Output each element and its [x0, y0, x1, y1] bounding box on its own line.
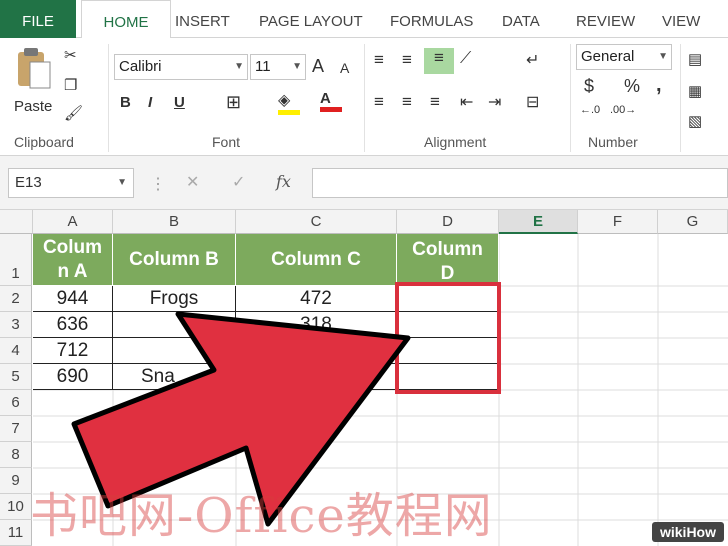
enter-icon[interactable]: ✓ [232, 172, 245, 192]
align-bottom-icon[interactable]: ≡ [424, 48, 454, 74]
tab-view[interactable]: VIEW [662, 0, 700, 38]
align-right-icon[interactable]: ≡ [430, 92, 440, 112]
format-table-icon[interactable]: ▦ [688, 82, 702, 100]
cancel-icon[interactable]: ✕ [186, 172, 199, 192]
cell-styles-icon[interactable]: ▧ [688, 112, 702, 130]
cut-icon[interactable]: ✂ [64, 46, 77, 64]
bold-button[interactable]: B [120, 94, 131, 111]
comma-button[interactable]: , [656, 74, 662, 97]
paste-label: Paste [14, 98, 53, 115]
watermark-text: 书吧网-Office教程网 [30, 488, 493, 544]
fill-color-button[interactable]: ◈ [278, 90, 300, 115]
grow-font-button[interactable]: A [312, 56, 324, 77]
divider [108, 44, 109, 152]
format-painter-icon[interactable]: 🖌 [64, 104, 83, 122]
name-box[interactable]: E13 ▼ [8, 168, 134, 198]
tab-review[interactable]: REVIEW [576, 0, 635, 38]
fill-color-bar [278, 110, 300, 115]
chevron-down-icon: ▼ [658, 51, 668, 62]
font-size-select[interactable]: 11 ▼ [250, 54, 306, 80]
font-name-select[interactable]: Calibri ▼ [114, 54, 248, 80]
font-color-bar [320, 107, 342, 112]
divider [570, 44, 571, 152]
tab-data[interactable]: DATA [502, 0, 540, 38]
decrease-decimal-icon[interactable]: .00→ [610, 104, 636, 116]
align-middle-icon[interactable]: ≡ [402, 50, 412, 70]
tab-file[interactable]: FILE [0, 0, 76, 38]
italic-button[interactable]: I [148, 94, 152, 111]
font-group-label: Font [212, 134, 241, 150]
tab-page-layout[interactable]: PAGE LAYOUT [259, 0, 363, 38]
align-top-icon[interactable]: ≡ [374, 50, 384, 70]
align-center-icon[interactable]: ≡ [402, 92, 412, 112]
insert-function-button[interactable]: fx [276, 172, 291, 191]
wikihow-logo: wikiHow [652, 522, 724, 542]
percent-button[interactable]: % [624, 76, 640, 97]
alignment-group-label: Alignment [424, 134, 487, 150]
more-icon: ⋮ [150, 176, 166, 193]
tab-insert[interactable]: INSERT [175, 0, 230, 38]
borders-icon[interactable]: ⊞ [226, 92, 241, 113]
fill-bucket-icon: ◈ [278, 92, 291, 109]
increase-decimal-icon[interactable]: ←.0 [580, 104, 600, 116]
number-format-select[interactable]: General ▼ [576, 44, 672, 70]
currency-button[interactable]: $ [584, 76, 594, 97]
paste-icon [18, 48, 51, 89]
paste-button[interactable]: Paste [14, 46, 58, 124]
increase-indent-icon[interactable]: ⇥ [488, 92, 501, 112]
tab-formulas[interactable]: FORMULAS [390, 0, 473, 38]
wrap-text-icon[interactable]: ↵ [526, 50, 539, 70]
clipboard-group-label: Clipboard [14, 134, 74, 150]
divider [364, 44, 365, 152]
ribbon: Paste ✂ ❐ 🖌 Clipboard Calibri ▼ 11 ▼ A A B… [0, 38, 728, 156]
font-color-button[interactable]: A [320, 90, 342, 112]
copy-icon[interactable]: ❐ [64, 76, 77, 94]
formula-bar: E13 ▼ ⋮ ✕ ✓ fx [0, 156, 728, 210]
tab-home[interactable]: HOME [81, 0, 171, 39]
decrease-indent-icon[interactable]: ⇤ [460, 92, 473, 112]
chevron-down-icon: ▼ [234, 61, 244, 72]
merge-center-icon[interactable]: ⊟ [526, 92, 539, 112]
conditional-format-icon[interactable]: ▤ [688, 50, 702, 68]
ribbon-tabs: FILE HOME INSERT PAGE LAYOUT FORMULAS DA… [0, 0, 728, 39]
number-group-label: Number [588, 134, 638, 150]
formula-input[interactable] [312, 168, 728, 198]
chevron-down-icon: ▼ [117, 177, 127, 188]
divider [680, 44, 681, 152]
underline-button[interactable]: U [174, 94, 185, 111]
align-left-icon[interactable]: ≡ [374, 92, 384, 112]
orientation-icon[interactable]: ⟋ [460, 50, 471, 68]
chevron-down-icon: ▼ [292, 61, 302, 72]
shrink-font-button[interactable]: A [340, 60, 349, 76]
